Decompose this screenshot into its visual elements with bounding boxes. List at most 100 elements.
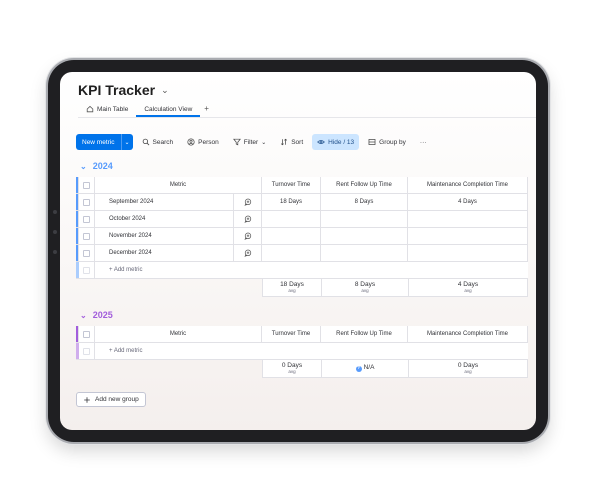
summary-rent: 8 Days avg bbox=[321, 279, 408, 297]
column-header-rent[interactable]: Rent Follow Up Time bbox=[321, 177, 408, 193]
tab-label: Calculation View bbox=[144, 106, 193, 113]
sort-button[interactable]: Sort bbox=[275, 134, 308, 150]
summary-agg: avg bbox=[464, 368, 472, 374]
group-title[interactable]: 2025 bbox=[93, 310, 113, 320]
column-header-metric[interactable]: Metric bbox=[95, 326, 262, 342]
metric-cell[interactable]: December 2024 bbox=[95, 245, 234, 261]
board-toolbar: New metric ⌄ Search Person Filter ⌄ Sort bbox=[76, 134, 431, 150]
conversation-icon bbox=[243, 215, 251, 223]
column-header-rent[interactable]: Rent Follow Up Time bbox=[321, 326, 408, 342]
group-by-label: Group by bbox=[379, 138, 406, 146]
metric-cell[interactable]: October 2024 bbox=[95, 211, 234, 227]
group-table-2025: Metric Turnover Time Rent Follow Up Time… bbox=[76, 326, 528, 378]
filter-label: Filter bbox=[243, 138, 259, 146]
sort-icon bbox=[281, 138, 288, 146]
chevron-down-icon[interactable]: ⌄ bbox=[80, 162, 87, 171]
metric-cell[interactable]: September 2024 bbox=[95, 194, 234, 210]
summary-row: 0 Days avg ? N/A 0 Days avg bbox=[76, 360, 528, 378]
add-new-group-button[interactable]: Add new group bbox=[76, 392, 146, 407]
group-color-bar bbox=[76, 343, 79, 359]
add-view-button[interactable]: + bbox=[200, 104, 215, 117]
table-header: Metric Turnover Time Rent Follow Up Time… bbox=[76, 177, 528, 194]
column-header-turnover[interactable]: Turnover Time bbox=[262, 177, 321, 193]
summary-agg: avg bbox=[288, 287, 296, 293]
conversation-icon bbox=[243, 232, 251, 240]
add-item-row[interactable]: + Add metric bbox=[76, 262, 528, 279]
column-header-maintenance[interactable]: Maintenance Completion Time bbox=[408, 326, 528, 342]
row-checkbox[interactable] bbox=[79, 245, 95, 261]
conversation-button[interactable] bbox=[234, 228, 262, 244]
summary-maintenance: 0 Days avg bbox=[408, 360, 528, 378]
maintenance-cell[interactable] bbox=[408, 245, 528, 261]
column-header-metric[interactable]: Metric bbox=[95, 177, 262, 193]
conversation-button[interactable] bbox=[234, 194, 262, 210]
more-button[interactable]: ··· bbox=[415, 134, 432, 150]
app-screen: KPI Tracker ⌄ Main Table Calculation Vie… bbox=[60, 72, 536, 430]
conversation-button[interactable] bbox=[234, 245, 262, 261]
hide-button[interactable]: Hide / 13 bbox=[312, 134, 360, 150]
turnover-cell[interactable] bbox=[262, 228, 321, 244]
rent-cell[interactable] bbox=[321, 245, 408, 261]
search-label: Search bbox=[152, 138, 174, 146]
info-icon: ? bbox=[355, 365, 362, 372]
add-group-label: Add new group bbox=[95, 396, 139, 403]
maintenance-cell[interactable] bbox=[408, 228, 528, 244]
conversation-icon bbox=[243, 198, 251, 206]
filter-button[interactable]: Filter ⌄ bbox=[228, 134, 271, 150]
camera-dot bbox=[53, 210, 57, 214]
tab-main-table[interactable]: Main Table bbox=[78, 105, 136, 117]
table-row[interactable]: September 2024 18 Days 8 Days 4 Days bbox=[76, 194, 528, 211]
turnover-cell[interactable]: 18 Days bbox=[262, 194, 321, 210]
chevron-down-icon[interactable]: ⌄ bbox=[80, 311, 87, 320]
summary-agg: avg bbox=[288, 368, 296, 374]
select-all-checkbox[interactable] bbox=[79, 326, 95, 342]
summary-turnover: 0 Days avg bbox=[262, 360, 321, 378]
metric-cell[interactable]: November 2024 bbox=[95, 228, 234, 244]
new-metric-button[interactable]: New metric ⌄ bbox=[76, 134, 133, 150]
chevron-down-icon[interactable]: ⌄ bbox=[161, 85, 169, 96]
row-checkbox bbox=[79, 343, 95, 359]
tab-calculation-view[interactable]: Calculation View bbox=[136, 106, 201, 117]
table-row[interactable]: December 2024 bbox=[76, 245, 528, 262]
group-title[interactable]: 2024 bbox=[93, 161, 113, 171]
board-title-row: KPI Tracker ⌄ bbox=[78, 82, 169, 98]
add-metric-button[interactable]: + Add metric bbox=[95, 343, 143, 359]
rent-cell[interactable]: 8 Days bbox=[321, 194, 408, 210]
rent-cell[interactable] bbox=[321, 228, 408, 244]
row-checkbox[interactable] bbox=[79, 194, 95, 210]
add-metric-button[interactable]: + Add metric bbox=[95, 262, 143, 278]
group-table-2024: Metric Turnover Time Rent Follow Up Time… bbox=[76, 177, 528, 297]
conversation-icon bbox=[243, 249, 251, 257]
summary-turnover: 18 Days avg bbox=[262, 279, 321, 297]
search-icon bbox=[142, 138, 149, 146]
filter-icon bbox=[232, 138, 241, 146]
table-row[interactable]: October 2024 bbox=[76, 211, 528, 228]
search-button[interactable]: Search bbox=[137, 134, 179, 150]
row-checkbox[interactable] bbox=[79, 228, 95, 244]
turnover-cell[interactable] bbox=[262, 245, 321, 261]
summary-rent: ? N/A bbox=[321, 360, 408, 378]
board-title[interactable]: KPI Tracker bbox=[78, 82, 155, 98]
table-row[interactable]: November 2024 bbox=[76, 228, 528, 245]
group-by-button[interactable]: Group by bbox=[363, 134, 411, 150]
hide-label: Hide / 13 bbox=[328, 138, 355, 146]
summary-na-text: N/A bbox=[363, 364, 375, 372]
row-checkbox[interactable] bbox=[79, 211, 95, 227]
summary-agg: avg bbox=[464, 287, 472, 293]
add-item-row[interactable]: + Add metric bbox=[76, 343, 528, 360]
home-icon bbox=[86, 105, 94, 113]
person-button[interactable]: Person bbox=[182, 134, 224, 150]
conversation-button[interactable] bbox=[234, 211, 262, 227]
maintenance-cell[interactable]: 4 Days bbox=[408, 194, 528, 210]
chevron-down-icon[interactable]: ⌄ bbox=[261, 139, 266, 146]
select-all-checkbox[interactable] bbox=[79, 177, 95, 193]
chevron-down-icon[interactable]: ⌄ bbox=[120, 134, 133, 150]
column-header-turnover[interactable]: Turnover Time bbox=[262, 326, 321, 342]
column-header-maintenance[interactable]: Maintenance Completion Time bbox=[408, 177, 528, 193]
rent-cell[interactable] bbox=[321, 211, 408, 227]
group-header-2024[interactable]: ⌄ 2024 bbox=[80, 161, 113, 171]
maintenance-cell[interactable] bbox=[408, 211, 528, 227]
turnover-cell[interactable] bbox=[262, 211, 321, 227]
group-header-2025[interactable]: ⌄ 2025 bbox=[80, 310, 113, 320]
group-color-bar bbox=[76, 262, 79, 278]
